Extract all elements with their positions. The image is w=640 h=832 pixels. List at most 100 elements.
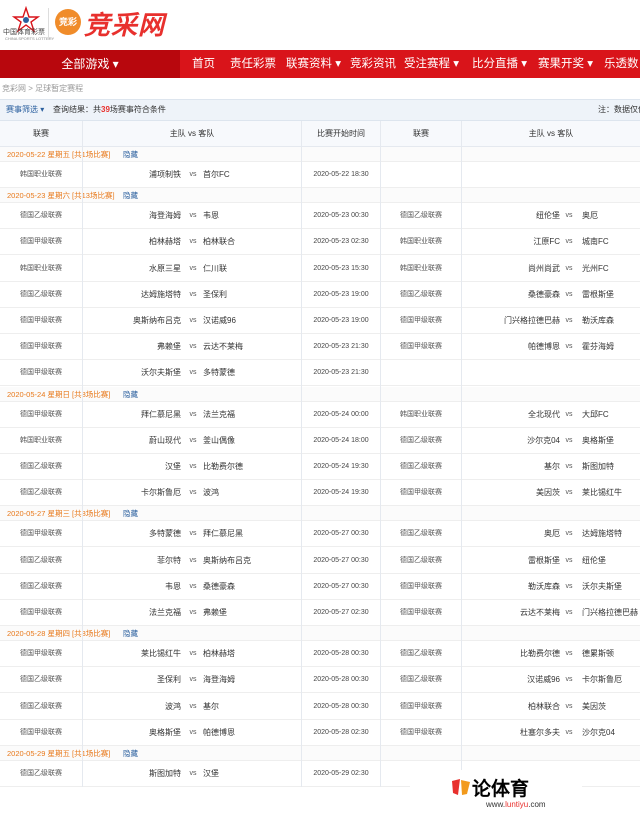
away-team-2[interactable]: 纽伦堡 <box>582 548 606 574</box>
home-team-2[interactable]: 基尔 <box>544 454 560 480</box>
league-name[interactable]: 德国甲级联赛 <box>0 402 82 428</box>
hide-toggle[interactable]: 隐藏 <box>123 387 138 402</box>
home-team[interactable]: 多特蒙德 <box>149 521 181 547</box>
home-team[interactable]: 浦项制铁 <box>149 162 181 188</box>
home-team[interactable]: 沃尔夫斯堡 <box>141 360 181 386</box>
league-name-2[interactable]: 德国乙级联赛 <box>381 667 461 693</box>
home-team-2[interactable]: 柏林联合 <box>528 694 560 720</box>
away-team[interactable]: 云达不莱梅 <box>203 334 243 360</box>
league-name[interactable]: 德国乙级联赛 <box>0 574 82 600</box>
home-team-2[interactable]: 江原FC <box>533 229 560 255</box>
league-name[interactable]: 德国甲级联赛 <box>0 720 82 746</box>
home-team[interactable]: 菲尔特 <box>157 548 181 574</box>
away-team[interactable]: 拜仁慕尼黑 <box>203 521 243 547</box>
nav-live-score[interactable]: 比分直播 ▾ <box>472 50 527 78</box>
away-team-2[interactable]: 霍芬海姆 <box>582 334 614 360</box>
league-name[interactable]: 德国甲级联赛 <box>0 600 82 626</box>
league-name[interactable]: 德国乙级联赛 <box>0 548 82 574</box>
home-team[interactable]: 法兰克福 <box>149 600 181 626</box>
home-team[interactable]: 拜仁慕尼黑 <box>141 402 181 428</box>
league-name[interactable]: 韩国职业联赛 <box>0 162 82 188</box>
home-team[interactable]: 汉堡 <box>165 454 181 480</box>
away-team-2[interactable]: 达姆施塔特 <box>582 521 622 547</box>
league-name-2[interactable]: 德国乙级联赛 <box>381 454 461 480</box>
league-name-2[interactable]: 德国乙级联赛 <box>381 521 461 547</box>
league-name[interactable]: 德国甲级联赛 <box>0 360 82 386</box>
away-team[interactable]: 首尔FC <box>203 162 230 188</box>
away-team-2[interactable]: 卡尔斯鲁厄 <box>582 667 622 693</box>
home-team-2[interactable]: 尚州尚武 <box>528 256 560 282</box>
home-team[interactable]: 韦恩 <box>165 574 181 600</box>
league-name-2[interactable]: 德国甲级联赛 <box>381 720 461 746</box>
league-name-2[interactable]: 韩国职业联赛 <box>381 402 461 428</box>
home-team-2[interactable]: 杜塞尔多夫 <box>520 720 560 746</box>
home-team[interactable]: 水原三星 <box>149 256 181 282</box>
away-team[interactable]: 釜山偶像 <box>203 428 235 454</box>
nav-schedule[interactable]: 受注赛程 ▾ <box>404 50 459 78</box>
home-team[interactable]: 蔚山现代 <box>149 428 181 454</box>
away-team-2[interactable]: 奥格斯堡 <box>582 428 614 454</box>
away-team[interactable]: 柏林联合 <box>203 229 235 255</box>
site-name[interactable]: 竞采网 <box>84 5 165 42</box>
hide-toggle[interactable]: 隐藏 <box>123 147 138 162</box>
away-team-2[interactable]: 沙尔克04 <box>582 720 615 746</box>
home-team-2[interactable]: 帕德博恩 <box>528 334 560 360</box>
league-name-2[interactable]: 德国甲级联赛 <box>381 334 461 360</box>
away-team[interactable]: 比勒费尔德 <box>203 454 243 480</box>
league-name[interactable]: 德国甲级联赛 <box>0 641 82 667</box>
away-team-2[interactable]: 德累斯顿 <box>582 641 614 667</box>
home-team[interactable]: 奥斯纳布吕克 <box>133 308 181 334</box>
home-team-2[interactable]: 桑德豪森 <box>528 282 560 308</box>
away-team[interactable]: 奥斯纳布吕克 <box>203 548 251 574</box>
away-team[interactable]: 韦恩 <box>203 203 219 229</box>
away-team-2[interactable]: 美因茨 <box>582 694 606 720</box>
league-name-2[interactable]: 德国乙级联赛 <box>381 548 461 574</box>
nav-results[interactable]: 赛果开奖 ▾ <box>538 50 593 78</box>
home-team-2[interactable]: 纽伦堡 <box>536 203 560 229</box>
league-name-2[interactable]: 韩国职业联赛 <box>381 229 461 255</box>
league-name-2[interactable]: 德国甲级联赛 <box>381 694 461 720</box>
away-team-2[interactable]: 奥厄 <box>582 203 598 229</box>
home-team-2[interactable]: 奥厄 <box>544 521 560 547</box>
away-team[interactable]: 法兰克福 <box>203 402 235 428</box>
away-team[interactable]: 基尔 <box>203 694 219 720</box>
away-team-2[interactable]: 沃尔夫斯堡 <box>582 574 622 600</box>
hide-toggle[interactable]: 隐藏 <box>123 626 138 641</box>
home-team[interactable]: 斯图加特 <box>149 761 181 787</box>
hide-toggle[interactable]: 隐藏 <box>123 506 138 521</box>
home-team-2[interactable]: 汉诺威96 <box>527 667 560 693</box>
home-team-2[interactable]: 美因茨 <box>536 480 560 506</box>
league-name[interactable]: 德国甲级联赛 <box>0 229 82 255</box>
away-team[interactable]: 汉堡 <box>203 761 219 787</box>
home-team-2[interactable]: 门兴格拉德巴赫 <box>504 308 560 334</box>
away-team[interactable]: 波鸿 <box>203 480 219 506</box>
away-team-2[interactable]: 雷根斯堡 <box>582 282 614 308</box>
home-team-2[interactable]: 全北现代 <box>528 402 560 428</box>
league-name-2[interactable]: 德国乙级联赛 <box>381 428 461 454</box>
home-team[interactable]: 莱比锡红牛 <box>141 641 181 667</box>
league-name-2[interactable]: 德国甲级联赛 <box>381 574 461 600</box>
league-name-2[interactable]: 德国甲级联赛 <box>381 480 461 506</box>
nav-home[interactable]: 首页 <box>192 50 215 78</box>
nav-news[interactable]: 竞彩资讯 <box>350 50 396 78</box>
away-team-2[interactable]: 城南FC <box>582 229 609 255</box>
nav-lotto[interactable]: 乐透数 <box>604 50 639 78</box>
league-name[interactable]: 德国乙级联赛 <box>0 480 82 506</box>
away-team[interactable]: 柏林赫塔 <box>203 641 235 667</box>
away-team[interactable]: 帕德博恩 <box>203 720 235 746</box>
away-team[interactable]: 海登海姆 <box>203 667 235 693</box>
away-team-2[interactable]: 勒沃库森 <box>582 308 614 334</box>
home-team[interactable]: 卡尔斯鲁厄 <box>141 480 181 506</box>
league-name[interactable]: 德国乙级联赛 <box>0 454 82 480</box>
league-name[interactable]: 德国乙级联赛 <box>0 203 82 229</box>
league-name[interactable]: 德国甲级联赛 <box>0 334 82 360</box>
home-team-2[interactable]: 勒沃库森 <box>528 574 560 600</box>
away-team-2[interactable]: 斯图加特 <box>582 454 614 480</box>
home-team-2[interactable]: 沙尔克04 <box>527 428 560 454</box>
league-name[interactable]: 德国乙级联赛 <box>0 694 82 720</box>
home-team[interactable]: 达姆施塔特 <box>141 282 181 308</box>
home-team[interactable]: 海登海姆 <box>149 203 181 229</box>
away-team-2[interactable]: 光州FC <box>582 256 609 282</box>
hide-toggle[interactable]: 隐藏 <box>123 188 138 203</box>
league-name[interactable]: 韩国职业联赛 <box>0 256 82 282</box>
